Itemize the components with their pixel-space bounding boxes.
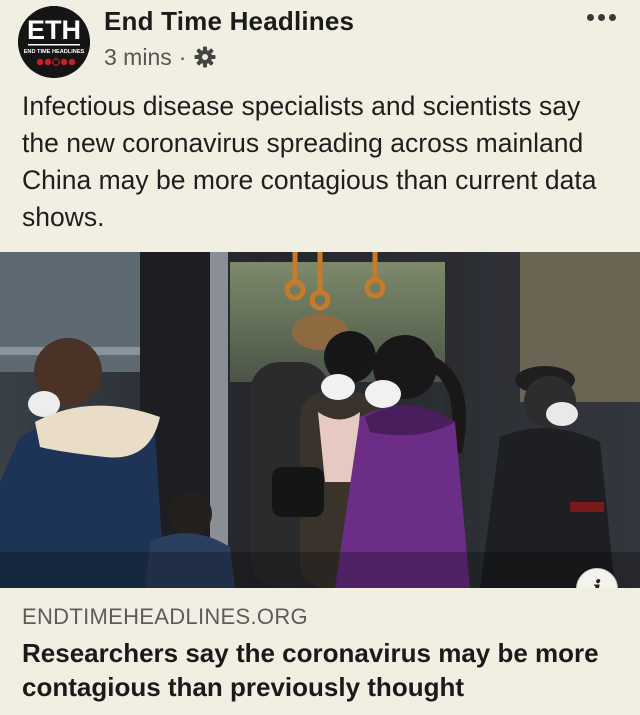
link-domain: ENDTIMEHEADLINES.ORG — [22, 604, 308, 629]
page-name[interactable]: End Time Headlines — [104, 6, 354, 37]
gear-icon — [193, 45, 217, 69]
avatar-text: ETH — [27, 15, 81, 45]
meta-separator: · — [178, 43, 187, 70]
page-avatar[interactable]: ETH END TIME HEADLINES — [18, 6, 90, 78]
commuters-photo — [0, 252, 640, 588]
post-meta: 3 mins · — [104, 42, 217, 72]
link-preview-card[interactable]: ENDTIMEHEADLINES.ORG Researchers say the… — [0, 588, 640, 715]
timestamp[interactable]: 3 mins — [104, 44, 172, 71]
more-options-icon[interactable] — [583, 10, 620, 25]
post-body: Infectious disease specialists and scien… — [22, 91, 597, 232]
post-header: ETH END TIME HEADLINES End Time Headline… — [0, 0, 640, 84]
eth-logo: ETH END TIME HEADLINES — [18, 6, 90, 78]
link-preview-image[interactable] — [0, 252, 640, 588]
link-title[interactable]: Researchers say the coronavirus may be m… — [22, 636, 622, 704]
avatar-subtext: END TIME HEADLINES — [24, 49, 85, 55]
